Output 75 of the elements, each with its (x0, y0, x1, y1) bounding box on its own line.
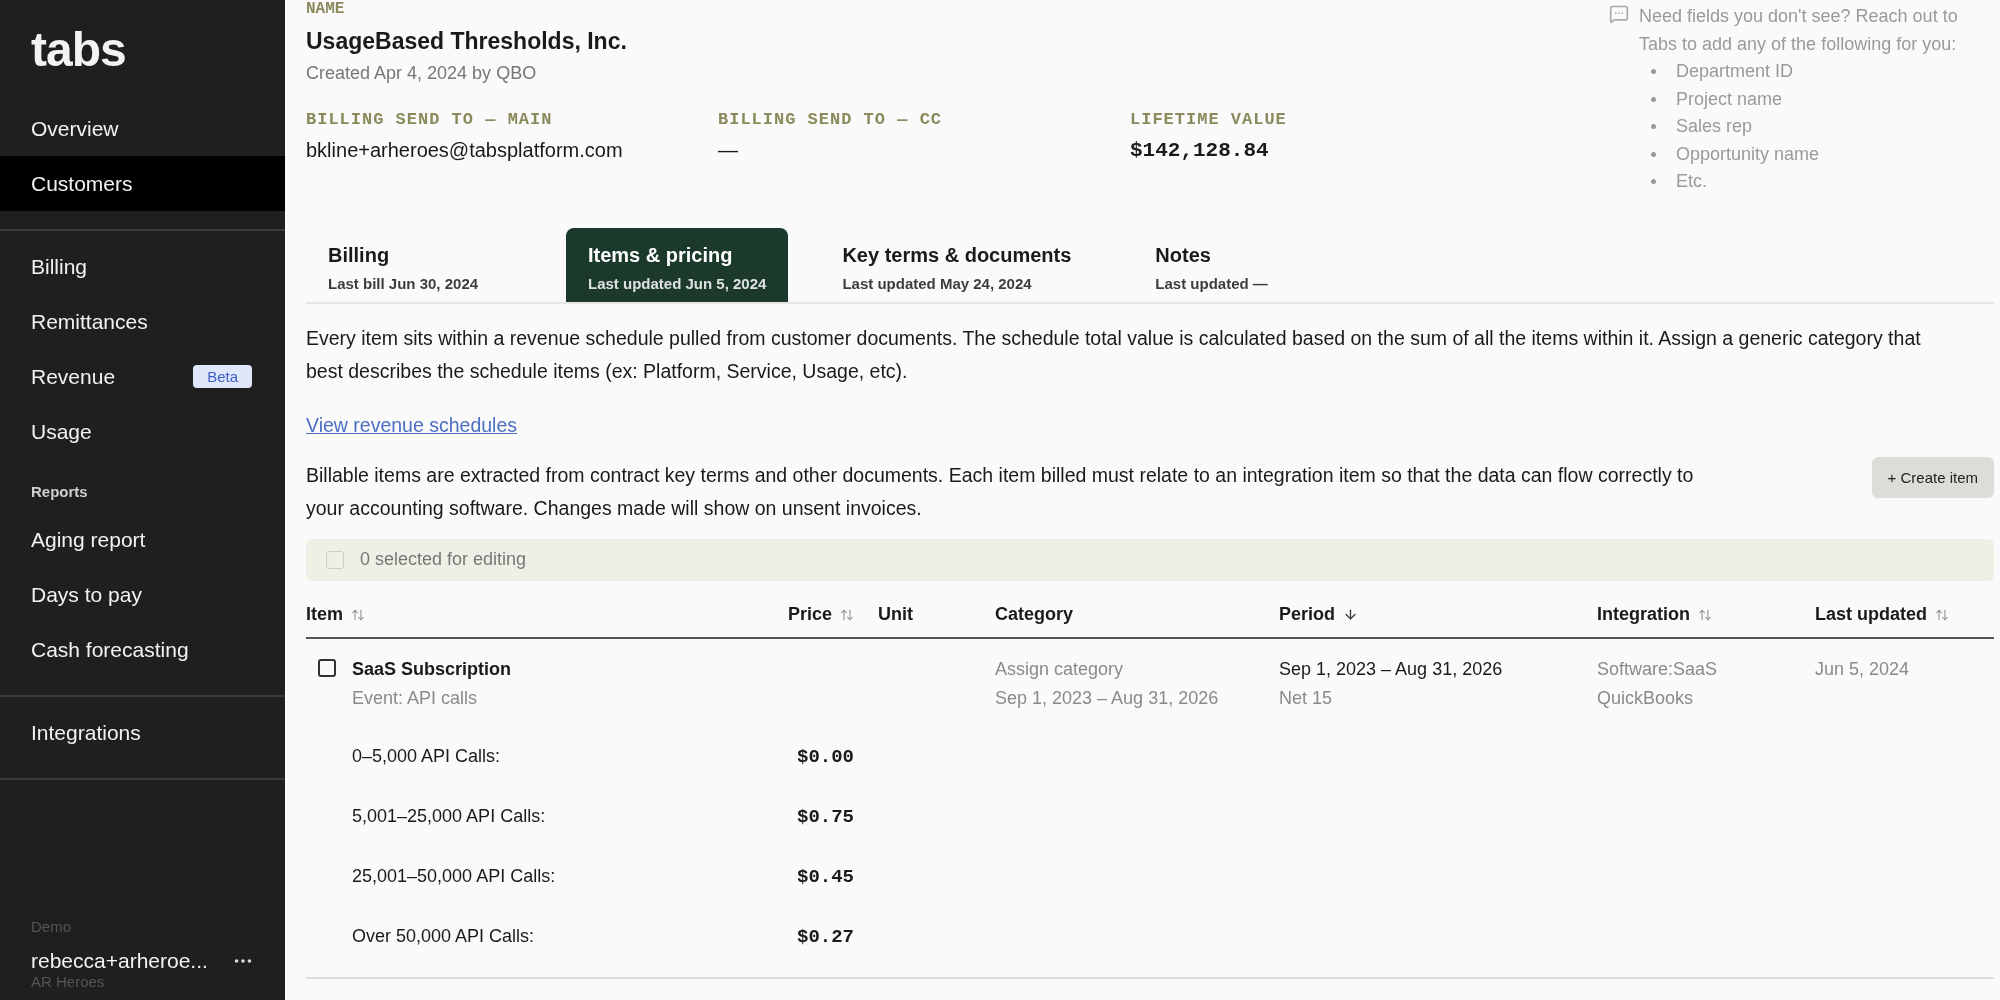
help-list-item: Etc. (1676, 170, 1707, 193)
bullet-icon (1651, 179, 1656, 185)
field-value: bkline+arheroes@tabsplatform.com (306, 139, 624, 162)
column-header[interactable]: Last updated (1815, 604, 1927, 625)
sort-icon[interactable] (1698, 607, 1712, 622)
bullet-icon (1651, 69, 1656, 75)
item-name: SaaS Subscription (352, 658, 512, 680)
help-list-item: Opportunity name (1676, 142, 1820, 166)
nav-item[interactable]: Revenue Beta (0, 349, 285, 404)
customer-name: UsageBased Thresholds, Inc. (306, 28, 628, 55)
tier-price: $0.00 (797, 745, 854, 768)
bullet-icon (1651, 124, 1656, 130)
bullet-icon (1651, 151, 1656, 157)
sort-icon[interactable] (1935, 607, 1949, 622)
intro-text: Every item sits within a revenue schedule pulled from customer documents. The schedule total value is calculated based on the sum of all the items within it. Assign a generic category that best describes the schedule items (ex: Platform, Service, Usage, etc). (306, 325, 1922, 384)
integration-source: QuickBooks (1597, 687, 1695, 709)
beta-badge: Beta (193, 365, 252, 388)
nav-section-heading: Reports (30, 482, 89, 502)
nav-item[interactable]: Cash forecasting (0, 622, 285, 677)
nav-item[interactable]: Aging report (0, 512, 285, 567)
payment-terms: Net 15 (1279, 687, 1334, 709)
help-list-item: Department ID (1676, 60, 1794, 83)
nav-item[interactable]: Days to pay (0, 567, 285, 622)
tier-price: $0.75 (797, 805, 854, 828)
tab[interactable]: Billing Last bill Jun 30, 2024 (306, 227, 526, 302)
revenue-schedules-link[interactable]: View revenue schedules (306, 413, 518, 437)
billable-items-text: Billable items are extracted from contract key terms and other documents. Each item billed must relate to an integration item so that the data can flow correctly to your accounting software. Changes made will show on unsent invoices. (306, 462, 1695, 521)
nav-label: Revenue (31, 364, 116, 389)
help-list-item: Sales rep (1676, 115, 1753, 138)
period-cell-text: Sep 1, 2023 – Aug 31, 2026 (1279, 658, 1504, 680)
tier-label: Over 50,000 API Calls: (351, 926, 535, 946)
last-updated-cell-text: Jun 5, 2024 (1815, 658, 1911, 680)
field-value: $142,128.84 (1130, 139, 1270, 162)
tier-price: $0.45 (797, 865, 854, 888)
help-note: Need fields you don't see? Reach out to Tabs to add any of the following for you: (1639, 5, 1959, 56)
sort-icon[interactable] (840, 607, 855, 622)
tier-label: 5,001–25,000 API Calls: (351, 806, 546, 826)
tier-price: $0.27 (797, 925, 854, 948)
bullet-icon (1651, 96, 1656, 102)
select-all-checkbox[interactable] (326, 550, 344, 569)
user-name[interactable]: rebecca+arheroe... (31, 949, 208, 973)
column-header[interactable]: Price (788, 604, 833, 625)
column-header[interactable]: Period (1279, 604, 1335, 625)
sort-icon[interactable] (351, 607, 365, 622)
nav-item[interactable]: Usage (0, 404, 285, 459)
field-label: BILLING SEND TO — CC (718, 110, 944, 129)
column-header: Category (995, 604, 1074, 625)
row-checkbox[interactable] (318, 658, 336, 677)
nav-item[interactable]: Remittances (0, 294, 285, 349)
tab[interactable]: Items & pricing Last updated Jun 5, 2024 (566, 227, 789, 302)
field-label: LIFETIME VALUE (1130, 110, 1288, 129)
tab[interactable]: Notes Last updated — (1133, 227, 1354, 302)
tab[interactable]: Key terms & documents Last updated May 24, 2024 (820, 227, 1094, 302)
tier-label: 0–5,000 API Calls: (351, 746, 501, 766)
selection-count: 0 selected for editing (360, 549, 527, 570)
field-label: BILLING SEND TO — MAIN (306, 110, 554, 129)
nav-item[interactable]: Billing (0, 239, 285, 294)
column-header[interactable]: Integration (1597, 604, 1690, 625)
logo: tabs (30, 22, 127, 77)
chat-icon (1609, 4, 1629, 24)
nav-item[interactable]: Customers (0, 156, 285, 211)
nav-item[interactable]: Overview (0, 101, 285, 156)
nav-item[interactable]: Integrations (0, 705, 285, 760)
item-event: Event: API calls (352, 687, 479, 709)
field-value: — (718, 139, 739, 162)
create-item-button[interactable]: + Create item (1871, 456, 1994, 498)
help-list-item: Project name (1676, 87, 1783, 111)
sort-descending-icon[interactable] (1343, 607, 1358, 622)
integration-item: Software:SaaS (1597, 658, 1719, 680)
category-period: Sep 1, 2023 – Aug 31, 2026 (995, 687, 1220, 709)
column-header[interactable]: Item (306, 604, 343, 625)
column-header: Unit (878, 604, 913, 625)
field-label: NAME (306, 0, 346, 18)
created-info: Created Apr 4, 2024 by QBO (306, 63, 538, 84)
tier-label: 25,001–50,000 API Calls: (351, 866, 556, 886)
